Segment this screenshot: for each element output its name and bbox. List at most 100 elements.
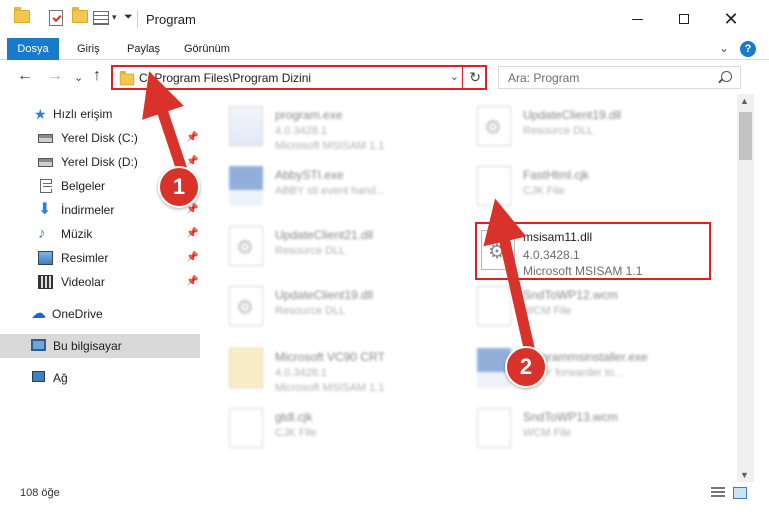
list-item[interactable]: AbbySTI.exe ABBY sti event hand...: [203, 158, 443, 214]
file-description: Microsoft MSISAM 1.1: [275, 140, 385, 152]
sidebar-item-label: Hızlı erişim: [53, 107, 113, 121]
properties-check-icon[interactable]: [48, 10, 64, 28]
address-folder-icon: [119, 70, 135, 86]
blank-file-icon: [477, 408, 511, 448]
list-item[interactable]: program.exe 4.0.3428.1 Microsoft MSISAM …: [203, 98, 443, 154]
blank-file-icon: [477, 286, 511, 326]
file-description: Microsoft MSISAM 1.1: [523, 264, 643, 278]
quick-access-caret-icon[interactable]: ▾: [112, 12, 117, 23]
expand-ribbon-icon[interactable]: ⌄: [719, 41, 729, 55]
videos-icon: [38, 275, 53, 289]
file-name: FastHtml.cjk: [523, 168, 589, 182]
drive-icon: [38, 158, 53, 167]
sidebar-item-label: Bu bilgisayar: [53, 339, 122, 353]
file-name: SndToWP12.wcm: [523, 288, 618, 302]
file-name: gtdl.cjk: [275, 410, 313, 424]
minimize-icon: [631, 18, 643, 20]
sidebar-item-label: Videolar: [61, 275, 105, 289]
refresh-icon[interactable]: ↻: [469, 69, 481, 86]
network-icon: [32, 371, 45, 382]
file-name: SndToWP13.wcm: [523, 410, 618, 424]
sidebar-item-hizli-erisim[interactable]: ★ Hızlı erişim: [0, 102, 200, 126]
file-type: CJK File: [523, 185, 565, 197]
sidebar-item-label: Resimler: [61, 251, 109, 265]
list-item[interactable]: gtdl.cjk CJK File: [203, 400, 443, 456]
back-button[interactable]: ←: [17, 68, 33, 84]
address-bar[interactable]: C:\Program Files\Program Dizini ⌄ ↻: [111, 65, 487, 90]
list-item[interactable]: SndToWP13.wcm WCM File: [451, 400, 691, 456]
sidebar-item-onedrive[interactable]: ☁ OneDrive: [0, 302, 200, 326]
setup-icon: [229, 106, 263, 146]
file-name: program.exe: [275, 108, 343, 122]
recent-locations-icon[interactable]: ⌄: [74, 70, 83, 86]
help-icon[interactable]: ?: [740, 41, 756, 57]
sidebar-item-label: OneDrive: [52, 307, 103, 321]
search-icon[interactable]: [721, 71, 732, 82]
sidebar-item-videolar[interactable]: Videolar 📌: [0, 270, 200, 294]
search-input[interactable]: Ara: Program: [498, 66, 741, 89]
close-icon: ✕: [723, 9, 739, 29]
star-icon: ★: [34, 106, 47, 122]
sidebar-item-label: Yerel Disk (D:): [61, 155, 138, 169]
minimize-button[interactable]: [614, 0, 660, 38]
address-separator: [462, 67, 463, 88]
highlighted-file-msisam11[interactable]: msisam11.dll 4.0.3428.1 Microsoft MSISAM…: [475, 222, 711, 280]
address-dropdown-icon[interactable]: ⌄: [450, 70, 459, 83]
sidebar-item-ag[interactable]: Ağ: [0, 366, 200, 390]
list-item[interactable]: Diagrammsinstaller.exe ABBY forwarder to…: [451, 340, 691, 396]
address-path[interactable]: C:\Program Files\Program Dizini: [139, 71, 311, 85]
list-item[interactable]: SndToWP12.wcm WCM File: [451, 278, 691, 334]
list-item[interactable]: UpdateClient19.dll Resource DLL: [451, 98, 691, 154]
window-title: Program: [146, 12, 196, 27]
forward-button[interactable]: →: [47, 68, 63, 84]
list-item[interactable]: UpdateClient19.dll Resource DLL: [203, 278, 443, 334]
file-description: Microsoft MSISAM 1.1: [275, 382, 385, 394]
details-view-icon[interactable]: [711, 487, 725, 499]
sidebar-item-label: Müzik: [61, 227, 93, 241]
drive-icon: [38, 134, 53, 143]
navigation-bar: ← → ⌄ ↑ C:\Program Files\Program Dizini …: [0, 60, 769, 94]
pin-icon[interactable]: 📌: [186, 228, 198, 239]
dll-gear-icon: [229, 226, 263, 266]
customize-toolbar-icon[interactable]: ⏷: [124, 11, 133, 24]
file-name: UpdateClient19.dll: [523, 108, 622, 122]
folder-icon[interactable]: [14, 7, 30, 23]
tab-paylas[interactable]: Paylaş: [127, 38, 160, 60]
pin-icon[interactable]: 📌: [186, 132, 198, 143]
tab-gorunum[interactable]: Görünüm: [184, 38, 230, 60]
sidebar-item-yerel-disk-c[interactable]: Yerel Disk (C:) 📌: [0, 126, 200, 150]
maximize-button[interactable]: [661, 0, 707, 38]
scroll-down-icon[interactable]: ▼: [740, 470, 749, 480]
scroll-thumb[interactable]: [739, 112, 752, 160]
tab-giris[interactable]: Giriş: [77, 38, 100, 60]
documents-icon: [40, 179, 52, 193]
sidebar-item-resimler[interactable]: Resimler 📌: [0, 246, 200, 270]
list-item[interactable]: FastHtml.cjk CJK File: [451, 158, 691, 214]
file-type: WCM File: [523, 427, 572, 439]
file-type: ABBY sti event hand...: [275, 185, 385, 197]
close-button[interactable]: ✕: [708, 0, 754, 38]
large-icons-view-icon[interactable]: [733, 487, 747, 499]
file-type: WCM File: [523, 305, 572, 317]
list-item[interactable]: Microsoft VC90 CRT 4.0.3428.1 Microsoft …: [203, 340, 443, 396]
file-type: Resource DLL: [275, 305, 346, 317]
list-item[interactable]: UpdateClient21.dll Resource DLL: [203, 218, 443, 274]
sidebar-item-muzik[interactable]: ♪ Müzik 📌: [0, 222, 200, 246]
file-version: 4.0.3428.1: [275, 367, 327, 379]
vertical-scrollbar[interactable]: ▲ ▼: [737, 94, 754, 482]
dll-gear-icon: [229, 286, 263, 326]
sidebar-item-bu-bilgisayar[interactable]: Bu bilgisayar: [0, 334, 200, 358]
ribbon: Dosya Giriş Paylaş Görünüm ⌄ ?: [0, 38, 769, 94]
file-type: Resource DLL: [523, 125, 594, 137]
new-folder-icon[interactable]: [72, 7, 88, 23]
pin-icon[interactable]: 📌: [186, 156, 198, 167]
status-bar: 108 öğe: [0, 482, 769, 523]
scroll-up-icon[interactable]: ▲: [740, 96, 749, 106]
maximize-icon: [679, 14, 689, 24]
file-list: program.exe 4.0.3428.1 Microsoft MSISAM …: [203, 94, 737, 482]
up-button[interactable]: ↑: [93, 68, 101, 84]
pin-icon[interactable]: 📌: [186, 276, 198, 287]
music-icon: ♪: [38, 225, 46, 242]
pin-icon[interactable]: 📌: [186, 252, 198, 263]
properties-icon[interactable]: [92, 10, 110, 26]
